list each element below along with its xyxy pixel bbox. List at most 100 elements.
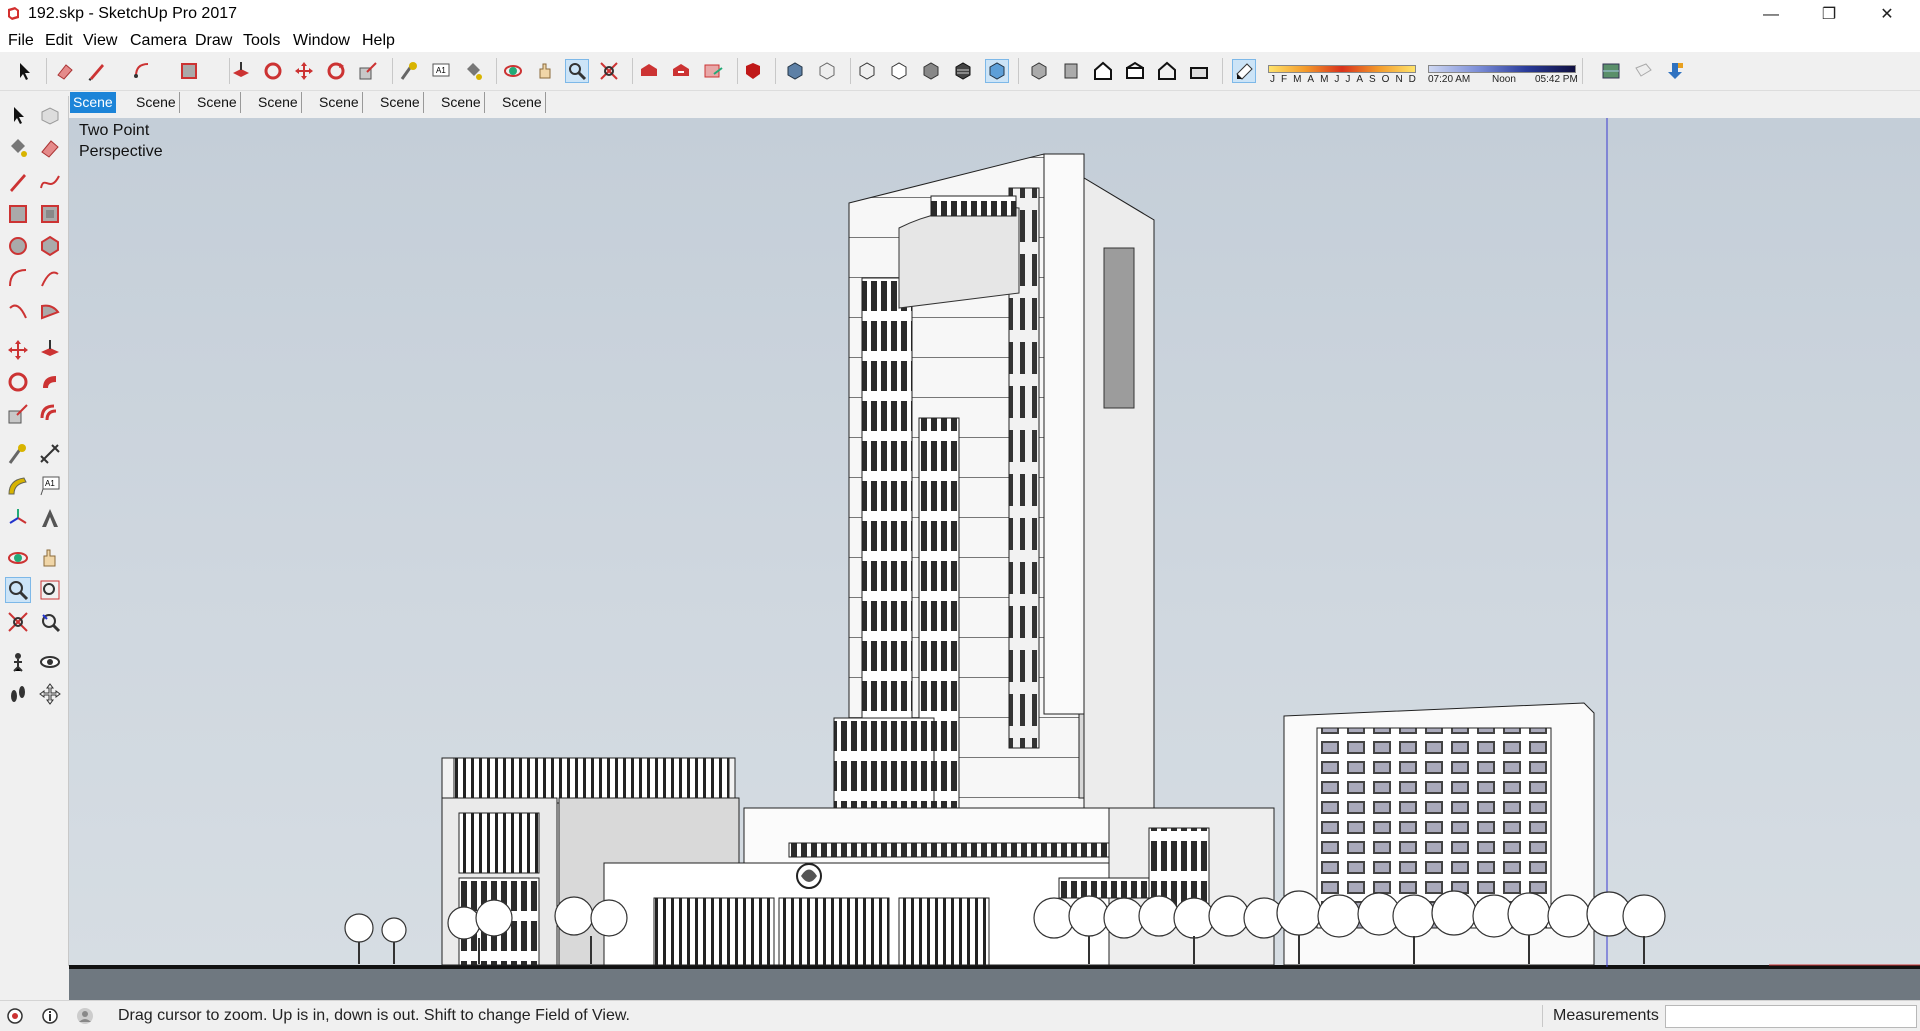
move-tool-icon[interactable] <box>6 338 30 362</box>
shadow-time-slider[interactable] <box>1428 65 1576 73</box>
menu-edit[interactable]: Edit <box>45 32 73 50</box>
zoom-tool-icon[interactable] <box>565 59 589 83</box>
3d-text-tool-icon[interactable] <box>38 506 62 530</box>
right-view-icon[interactable] <box>1124 60 1146 82</box>
section-plane-tool-icon[interactable] <box>38 682 62 706</box>
shadows-toggle-icon[interactable] <box>1232 59 1256 83</box>
share-component-icon[interactable] <box>702 60 724 82</box>
photo-textures-icon[interactable] <box>1632 60 1654 82</box>
model-viewport[interactable]: Two Point Perspective <box>69 118 1920 967</box>
tab-scene-8[interactable]: Scene 8 <box>499 92 546 131</box>
rotate-tool-icon[interactable] <box>6 370 30 394</box>
menu-draw[interactable]: Draw <box>195 32 232 50</box>
paint-bucket-tool-icon[interactable] <box>6 136 30 160</box>
3d-warehouse-icon[interactable] <box>638 60 660 82</box>
freehand-tool-icon[interactable] <box>38 170 62 194</box>
tape-measure-tool-icon[interactable] <box>398 60 420 82</box>
select-tool-icon[interactable] <box>13 60 35 82</box>
move-tool-icon[interactable] <box>293 60 315 82</box>
zoom-window-tool-icon[interactable] <box>38 578 62 602</box>
add-location-icon[interactable] <box>1664 60 1686 82</box>
polygon-tool-icon[interactable] <box>38 234 62 258</box>
iso-view-icon[interactable] <box>1028 60 1050 82</box>
orbit-tool-icon[interactable] <box>6 546 30 570</box>
line-tool-icon[interactable] <box>86 60 108 82</box>
left-view-icon[interactable] <box>1188 60 1210 82</box>
scale-tool-icon[interactable] <box>357 60 379 82</box>
eraser-tool-icon[interactable] <box>54 60 76 82</box>
push-pull-tool-icon[interactable] <box>38 338 62 362</box>
offset-tool-icon[interactable] <box>38 402 62 426</box>
measurements-input[interactable] <box>1665 1005 1917 1028</box>
select-tool-icon[interactable] <box>6 104 30 128</box>
geo-location-status-icon[interactable] <box>6 1007 24 1025</box>
credits-info-icon[interactable] <box>41 1007 59 1025</box>
front-view-icon[interactable] <box>1092 60 1114 82</box>
two-point-arc-tool-icon[interactable] <box>38 266 62 290</box>
menu-view[interactable]: View <box>83 32 117 50</box>
line-tool-icon[interactable] <box>6 170 30 194</box>
tab-scene-4[interactable]: Scene 4 <box>255 92 302 131</box>
axes-tool-icon[interactable] <box>6 506 30 530</box>
shadow-date-slider[interactable] <box>1268 65 1416 73</box>
menu-file[interactable]: File <box>8 32 34 50</box>
rectangle-tool-icon[interactable] <box>178 60 200 82</box>
pan-tool-icon[interactable] <box>38 546 62 570</box>
close-button[interactable]: ✕ <box>1864 0 1910 29</box>
dimension-tool-icon[interactable] <box>38 442 62 466</box>
rectangle-tool-icon[interactable] <box>6 202 30 226</box>
rotated-rectangle-tool-icon[interactable] <box>38 202 62 226</box>
menu-tools[interactable]: Tools <box>243 32 280 50</box>
text-tool-icon[interactable]: A1 <box>430 60 452 82</box>
minimize-button[interactable]: — <box>1748 0 1794 29</box>
geo-location-icon[interactable] <box>1600 60 1622 82</box>
tab-scene-1[interactable]: Scene 1 <box>70 92 116 131</box>
scale-tool-icon[interactable] <box>6 402 30 426</box>
protractor-tool-icon[interactable] <box>6 474 30 498</box>
paint-bucket-tool-icon[interactable] <box>462 60 484 82</box>
follow-me-tool-icon[interactable] <box>262 60 284 82</box>
maximize-button[interactable]: ❐ <box>1806 0 1852 29</box>
previous-view-icon[interactable] <box>38 610 62 634</box>
shaded-textures-style-icon[interactable] <box>952 60 974 82</box>
back-view-icon[interactable] <box>1156 60 1178 82</box>
pie-tool-icon[interactable] <box>38 298 62 322</box>
follow-me-tool-icon[interactable] <box>38 370 62 394</box>
xray-style-icon[interactable] <box>784 60 806 82</box>
pan-tool-icon[interactable] <box>534 60 556 82</box>
zoom-extents-tool-icon[interactable] <box>6 610 30 634</box>
tab-scene-6[interactable]: Scene 6 <box>377 92 424 131</box>
tape-measure-tool-icon[interactable] <box>6 442 30 466</box>
back-edges-style-icon[interactable] <box>816 60 838 82</box>
tab-scene-3[interactable]: Scene 3 <box>194 92 241 131</box>
position-camera-tool-icon[interactable] <box>6 650 30 674</box>
eraser-tool-icon[interactable] <box>38 136 62 160</box>
top-view-icon[interactable] <box>1060 60 1082 82</box>
orbit-tool-icon[interactable] <box>502 60 524 82</box>
extension-warehouse-icon[interactable] <box>742 60 764 82</box>
share-model-icon[interactable] <box>670 60 692 82</box>
walk-tool-icon[interactable] <box>6 682 30 706</box>
menu-help[interactable]: Help <box>362 32 395 50</box>
tab-scene-2[interactable]: Scene 2 <box>133 92 180 131</box>
zoom-extents-tool-icon[interactable] <box>598 60 620 82</box>
monochrome-style-icon[interactable] <box>985 59 1009 83</box>
hidden-line-style-icon[interactable] <box>888 60 910 82</box>
push-pull-tool-icon[interactable] <box>230 60 252 82</box>
make-component-icon[interactable] <box>38 104 62 128</box>
circle-tool-icon[interactable] <box>6 234 30 258</box>
text-tool-icon[interactable]: A1 <box>38 474 62 498</box>
zoom-tool-icon[interactable] <box>5 577 31 603</box>
rotate-tool-icon[interactable] <box>325 60 347 82</box>
wireframe-style-icon[interactable] <box>856 60 878 82</box>
shaded-style-icon[interactable] <box>920 60 942 82</box>
menu-camera[interactable]: Camera <box>130 32 187 50</box>
tab-scene-5[interactable]: Scene 5 <box>316 92 363 131</box>
arc-tool-icon[interactable] <box>132 60 154 82</box>
arc-tool-icon[interactable] <box>6 266 30 290</box>
three-point-arc-tool-icon[interactable] <box>6 298 30 322</box>
look-around-tool-icon[interactable] <box>38 650 62 674</box>
tab-scene-7[interactable]: Scene 7 <box>438 92 485 131</box>
menu-window[interactable]: Window <box>293 32 350 50</box>
user-account-icon[interactable] <box>76 1007 94 1025</box>
